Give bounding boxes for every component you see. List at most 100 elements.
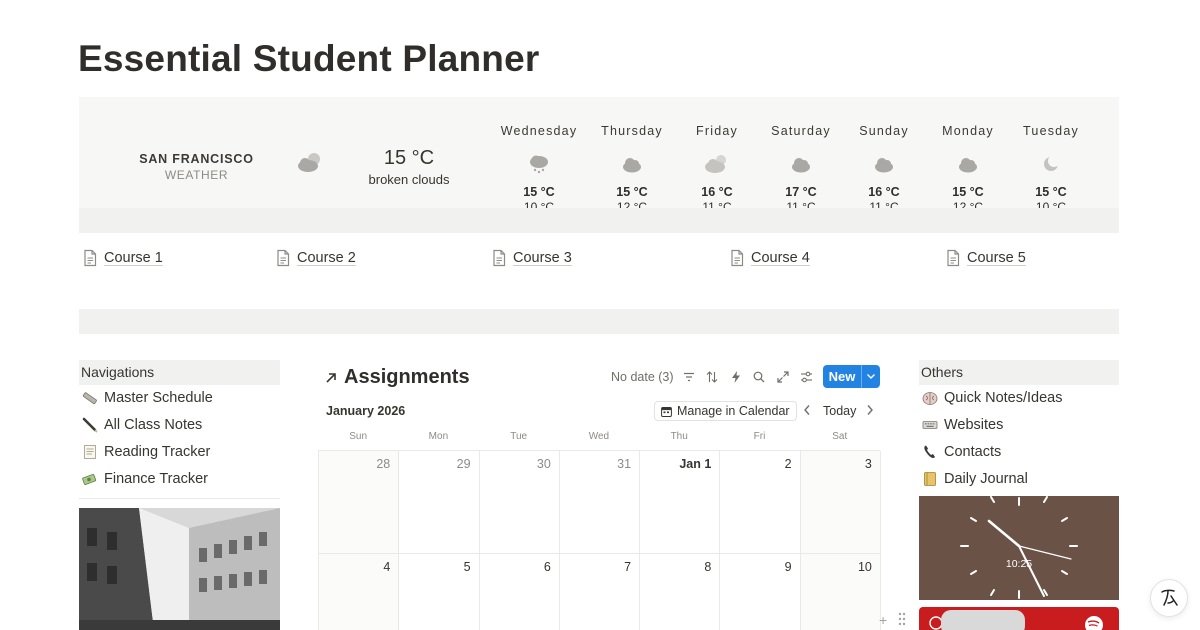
brain-icon — [922, 390, 938, 406]
nav-item-master-schedule[interactable]: Master Schedule — [82, 390, 213, 406]
street-photo — [79, 508, 280, 630]
weekday-label: Thu — [670, 431, 688, 442]
forecast-low: 12 °C — [952, 200, 984, 208]
others-item-quick-notes[interactable]: Quick Notes/Ideas — [922, 390, 1062, 406]
notebook-icon — [922, 471, 938, 487]
calendar-day[interactable]: 9 — [720, 554, 801, 630]
calendar-day[interactable]: 31 — [559, 451, 641, 554]
add-block-icon[interactable]: + — [879, 612, 887, 628]
manage-in-calendar-button[interactable]: Manage in Calendar — [654, 401, 797, 421]
search-icon[interactable] — [751, 369, 767, 385]
others-item-label: Websites — [944, 417, 1004, 433]
moon-icon — [1008, 151, 1094, 177]
lightning-icon[interactable] — [728, 369, 744, 385]
nav-item-finance-tracker[interactable]: Finance Tracker — [82, 471, 208, 487]
city-name: SAN FRANCISCO — [139, 152, 254, 166]
calendar-day[interactable]: Jan 1 — [640, 451, 721, 554]
current-temperature: 15 °C — [383, 147, 435, 169]
chevron-down-icon[interactable] — [862, 373, 880, 380]
arrow-up-right-icon — [326, 372, 336, 383]
forecast-high: 17 °C — [785, 185, 817, 199]
course-link[interactable]: Course 2 — [275, 249, 356, 267]
calendar-day[interactable]: 8 — [640, 554, 721, 630]
others-item-websites[interactable]: Websites — [922, 417, 1003, 433]
nav-divider — [79, 498, 280, 499]
forecast-day: Monday 15 °C 12 °C — [925, 124, 1011, 208]
course-label: Course 5 — [967, 250, 1026, 266]
forecast-day-name: Wednesday — [500, 124, 578, 138]
page-icon — [277, 249, 290, 267]
others-item-contacts[interactable]: Contacts — [922, 444, 1001, 460]
course-link[interactable]: Course 4 — [729, 249, 810, 267]
calendar-day[interactable]: 7 — [560, 554, 641, 630]
course-link[interactable]: Course 5 — [945, 249, 1026, 267]
others-item-daily-journal[interactable]: Daily Journal — [922, 471, 1028, 487]
page-icon — [731, 249, 744, 267]
assignments-title[interactable]: Assignments — [324, 366, 470, 389]
page-icon — [947, 249, 960, 267]
course-link[interactable]: Course 1 — [82, 249, 163, 267]
sort-icon[interactable] — [704, 369, 720, 385]
clock-time: 10:25 — [1006, 558, 1032, 570]
weather-subtitle: WEATHER — [164, 168, 229, 182]
forecast-day: Tuesday 15 °C 10 °C — [1008, 124, 1094, 208]
settings-sliders-icon[interactable] — [798, 369, 814, 385]
others-item-label: Daily Journal — [944, 471, 1028, 487]
forecast-high: 15 °C — [1035, 185, 1067, 199]
forecast-low: 11 °C — [786, 200, 816, 208]
calendar-day[interactable]: 3 — [800, 451, 881, 554]
drag-handle-icon[interactable] — [898, 612, 906, 630]
weekday-header: Sun Mon Tue Wed Thu Fri Sat — [318, 428, 880, 450]
current-conditions: broken clouds — [368, 172, 450, 187]
calendar-view: Sun Mon Tue Wed Thu Fri Sat 28 29 30 31 … — [318, 428, 881, 630]
previous-month-icon[interactable] — [800, 403, 814, 417]
music-player-widget[interactable] — [919, 607, 1119, 630]
page-icon — [84, 249, 97, 267]
keyboard-icon — [922, 417, 938, 433]
forecast-high: 15 °C — [616, 185, 648, 199]
next-month-icon[interactable] — [863, 403, 877, 417]
forecast-day-name: Tuesday — [1023, 124, 1079, 138]
calendar-month: January 2026 — [326, 404, 406, 418]
others-heading: Others — [919, 360, 1119, 385]
nav-item-all-class-notes[interactable]: All Class Notes — [82, 417, 202, 433]
calendar-icon — [661, 406, 672, 417]
calendar-day[interactable]: 2 — [720, 451, 801, 554]
calendar-day[interactable]: 28 — [319, 451, 400, 554]
pen-icon — [82, 417, 98, 433]
calendar-day[interactable]: 6 — [480, 554, 560, 630]
weekday-label: Tue — [510, 431, 528, 442]
calendar-day[interactable]: 29 — [399, 451, 480, 554]
expand-icon[interactable] — [775, 369, 791, 385]
forecast-day-name: Sunday — [859, 124, 909, 138]
others-item-label: Quick Notes/Ideas — [944, 390, 1063, 406]
page-icon — [82, 444, 98, 460]
forecast-low: 11 °C — [869, 200, 899, 208]
course-link[interactable]: Course 3 — [491, 249, 572, 267]
calendar-day[interactable]: 10 — [800, 554, 881, 630]
course-label: Course 4 — [751, 250, 810, 266]
forecast-high: 16 °C — [701, 185, 733, 199]
forecast-low: 11 °C — [702, 200, 732, 208]
forecast-day-name: Saturday — [771, 124, 831, 138]
filter-icon[interactable] — [681, 369, 697, 385]
nav-item-reading-tracker[interactable]: Reading Tracker — [82, 444, 210, 460]
help-button[interactable] — [1150, 579, 1188, 617]
weekday-label: Fri — [753, 431, 766, 442]
weekday-label: Wed — [588, 431, 610, 442]
forecast-day-name: Monday — [942, 124, 994, 138]
forecast-day: Thursday 15 °C 12 °C — [589, 124, 675, 208]
new-button[interactable]: New — [823, 365, 880, 388]
cloud-icon — [841, 151, 927, 177]
calendar-day[interactable]: 5 — [399, 554, 480, 630]
telephone-icon — [922, 444, 938, 460]
no-date-filter[interactable]: No date (3) — [611, 370, 674, 384]
page-title: Essential Student Planner — [78, 38, 540, 79]
forecast-day-name: Friday — [696, 124, 738, 138]
new-button-label: New — [828, 369, 856, 384]
today-button[interactable]: Today — [823, 404, 856, 418]
weather-location: SAN FRANCISCO WEATHER — [129, 152, 264, 182]
partly-cloudy-icon — [674, 151, 760, 177]
calendar-day[interactable]: 30 — [479, 451, 560, 554]
calendar-day[interactable]: 4 — [319, 554, 400, 630]
